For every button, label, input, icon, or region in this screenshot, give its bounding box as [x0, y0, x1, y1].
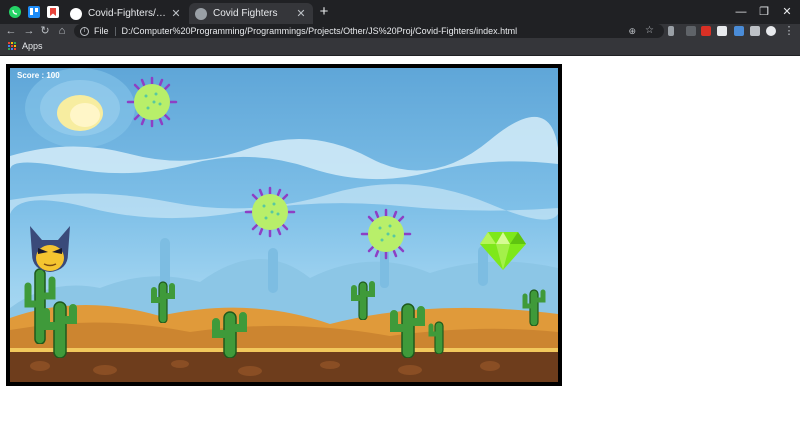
pinned-tab-whatsapp[interactable] — [7, 4, 23, 20]
extension-icon[interactable] — [734, 26, 744, 36]
tab-title: Covid-Fighters/game.js at main — [88, 8, 170, 19]
menu-kebab-icon[interactable]: ⋮ — [782, 24, 796, 38]
cactus-icon — [212, 311, 247, 358]
home-button[interactable]: ⌂ — [55, 24, 69, 38]
covid-virus-icon — [244, 186, 296, 238]
address-bar[interactable]: i File D:/Computer%20Programming/Program… — [74, 24, 664, 38]
globe-icon — [195, 7, 207, 20]
tab-covid-fighters[interactable]: Covid Fighters ✕ — [189, 3, 313, 24]
github-icon — [70, 7, 82, 20]
cactus-icon — [151, 281, 175, 323]
forward-button[interactable]: → — [22, 24, 36, 38]
trello-board-icon — [28, 6, 40, 18]
close-tab-icon[interactable]: ✕ — [295, 7, 307, 20]
apps-grid-icon — [8, 41, 17, 51]
apps-label: Apps — [22, 41, 43, 51]
close-window-button[interactable]: ✕ — [776, 3, 798, 21]
back-button[interactable]: ← — [4, 24, 18, 38]
divider — [114, 26, 116, 36]
scheme-label: File — [94, 26, 109, 36]
close-tab-icon[interactable]: ✕ — [170, 7, 182, 20]
apps-shortcut[interactable]: Apps — [8, 41, 43, 51]
extension-icon[interactable] — [717, 26, 727, 36]
green-gem-icon — [480, 232, 526, 270]
tab-github[interactable]: Covid-Fighters/game.js at main ✕ — [64, 3, 188, 24]
tab-strip: Covid-Fighters/game.js at main ✕ Covid F… — [0, 0, 800, 24]
wolverine-player-icon[interactable] — [28, 224, 72, 274]
game-canvas[interactable]: Score : 100 — [6, 64, 562, 386]
pinned-tab-trello[interactable] — [26, 4, 42, 20]
covid-virus-icon — [126, 76, 178, 128]
zoom-icon[interactable]: ⊕ — [628, 26, 636, 37]
whatsapp-icon — [9, 6, 21, 18]
cactus-icon — [390, 303, 425, 358]
new-tab-button[interactable]: + — [316, 4, 332, 20]
url-text[interactable]: D:/Computer%20Programming/Programmings/P… — [122, 26, 518, 36]
bookmark-app-icon — [47, 6, 59, 18]
extensions-puzzle-icon[interactable] — [750, 26, 760, 36]
score-display: Score : 100 — [17, 71, 60, 80]
bookmarks-bar: Apps — [0, 38, 800, 56]
extension-icon[interactable] — [668, 26, 674, 36]
bookmark-star-icon[interactable]: ☆ — [645, 25, 654, 36]
sun-icon — [57, 95, 103, 131]
cactus-icon — [42, 301, 77, 358]
tab-title: Covid Fighters — [213, 8, 278, 19]
cactus-icon — [522, 289, 546, 326]
covid-virus-icon — [360, 208, 412, 260]
pinned-tab-bookmark[interactable] — [45, 4, 61, 20]
site-info-icon[interactable]: i — [80, 26, 89, 36]
extension-icon[interactable] — [701, 26, 711, 36]
minimize-button[interactable]: — — [730, 3, 752, 21]
toolbar: ← → ↻ ⌂ i File D:/Computer%20Programming… — [0, 24, 800, 38]
cactus-icon — [428, 321, 444, 354]
reload-button[interactable]: ↻ — [38, 24, 52, 38]
maximize-button[interactable]: ❐ — [753, 3, 775, 21]
cactus-icon — [351, 281, 375, 320]
extension-icon[interactable] — [686, 26, 696, 36]
avatar[interactable] — [766, 26, 776, 36]
